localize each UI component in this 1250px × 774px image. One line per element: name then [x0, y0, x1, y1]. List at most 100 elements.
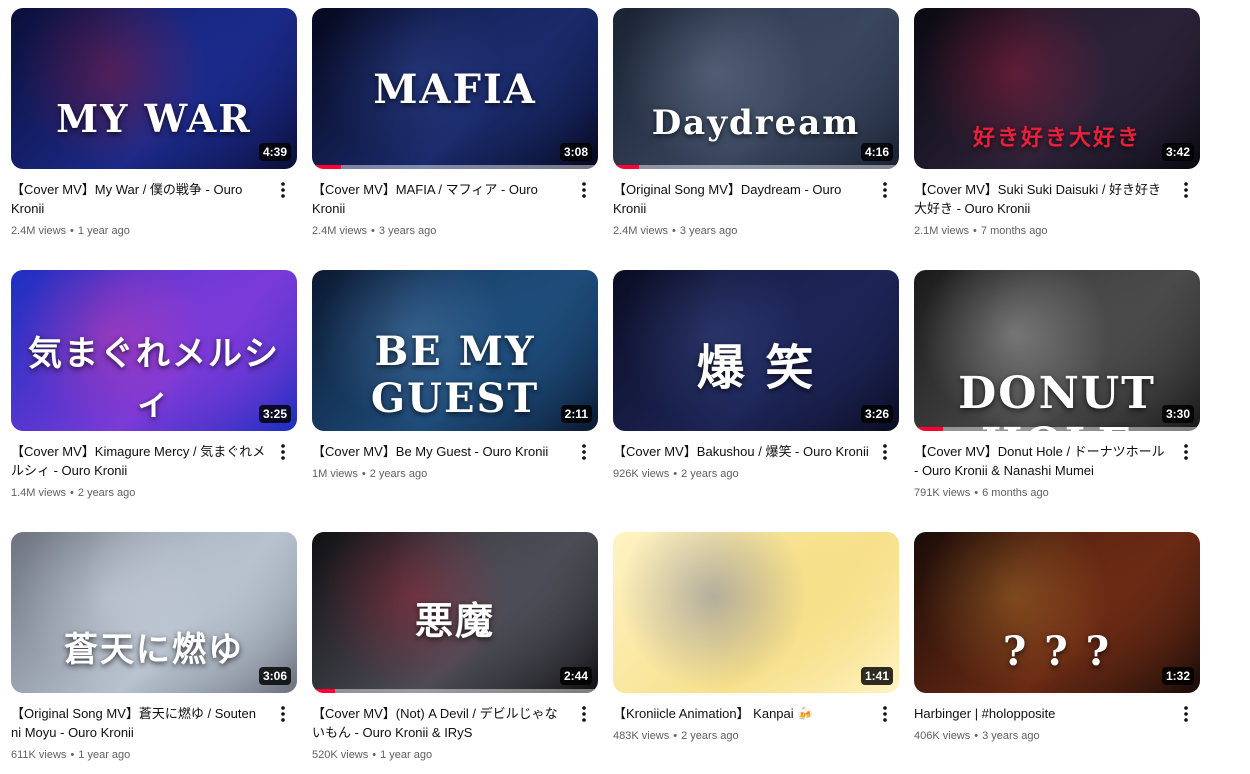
video-stats: 791K views • 6 months ago	[914, 486, 1170, 500]
view-count: 611K views	[11, 749, 67, 761]
duration-badge: 4:39	[258, 143, 291, 161]
video-title[interactable]: 【Kroniicle Animation】 Kanpai 🍻	[613, 704, 869, 723]
more-actions-button[interactable]	[1174, 702, 1198, 726]
more-actions-button[interactable]	[1174, 440, 1198, 464]
upload-age: 2 years ago	[369, 468, 428, 480]
more-actions-button[interactable]	[271, 702, 295, 726]
vertical-dots-icon	[1184, 182, 1188, 198]
watch-progress-bar	[613, 165, 639, 169]
video-card: 気まぐれメルシィ 3:25 【Cover MV】Kimagure Mercy /…	[11, 270, 297, 500]
video-title[interactable]: 【Cover MV】Bakushou / 爆笑 - Ouro Kronii	[613, 442, 869, 461]
video-details: 【Original Song MV】Daydream - Ouro Kronii…	[613, 180, 899, 238]
upload-age: 2 years ago	[681, 468, 739, 480]
video-card: MAFIA 3:08 【Cover MV】MAFIA / マフィア - Ouro…	[312, 8, 598, 238]
video-thumbnail[interactable]: 爆 笑 3:26	[613, 270, 899, 431]
upload-age: 6 months ago	[982, 487, 1049, 499]
vertical-dots-icon	[582, 706, 586, 722]
video-title[interactable]: 【Original Song MV】Daydream - Ouro Kronii	[613, 180, 869, 218]
video-card: 悪魔 2:44 【Cover MV】(Not) A Devil / デビルじゃな…	[312, 532, 598, 762]
view-count: 2.1M views	[914, 225, 970, 237]
separator-dot: •	[673, 468, 678, 480]
upload-age: 3 years ago	[982, 730, 1040, 742]
separator-dot: •	[70, 487, 74, 499]
video-stats: 1.4M views • 2 years ago	[11, 486, 267, 500]
more-actions-button[interactable]	[873, 178, 897, 202]
thumbnail-overlay-text: MAFIA	[373, 66, 537, 113]
duration-badge: 2:44	[559, 667, 592, 685]
thumbnail-overlay-text: 爆 笑	[696, 340, 816, 396]
thumbnail-artwork	[613, 8, 899, 169]
video-title[interactable]: 【Cover MV】My War / 僕の戦争 - Ouro Kronii	[11, 180, 267, 218]
video-card: 爆 笑 3:26 【Cover MV】Bakushou / 爆笑 - Ouro …	[613, 270, 899, 481]
video-thumbnail[interactable]: 悪魔 2:44	[312, 532, 598, 693]
view-count: 1.4M views	[11, 487, 67, 499]
view-count: 1M views	[312, 468, 358, 480]
view-count: 791K views	[914, 487, 971, 499]
view-count: 2.4M views	[613, 225, 669, 237]
video-card: 好き好き大好き 3:42 【Cover MV】Suki Suki Daisuki…	[914, 8, 1200, 238]
more-actions-button[interactable]	[1174, 178, 1198, 202]
video-thumbnail[interactable]: 蒼天に燃ゆ 3:06	[11, 532, 297, 693]
video-thumbnail[interactable]: BE MY GUEST 2:11	[312, 270, 598, 431]
video-stats: 483K views • 2 years ago	[613, 729, 869, 743]
separator-dot: •	[371, 225, 375, 237]
separator-dot: •	[372, 749, 377, 761]
view-count: 406K views	[914, 730, 971, 742]
duration-badge: 3:26	[860, 405, 893, 423]
more-actions-button[interactable]	[271, 440, 295, 464]
video-thumbnail[interactable]: Daydream 4:16	[613, 8, 899, 169]
video-details: Harbinger | #holopposite 406K views • 3 ye…	[914, 704, 1200, 743]
video-thumbnail[interactable]: 1:41	[613, 532, 899, 693]
video-title[interactable]: 【Cover MV】Be My Guest - Ouro Kronii	[312, 442, 568, 461]
video-card: BE MY GUEST 2:11 【Cover MV】Be My Guest -…	[312, 270, 598, 481]
vertical-dots-icon	[281, 706, 285, 722]
video-details: 【Cover MV】Donut Hole / ドーナツホール - Ouro Kr…	[914, 442, 1200, 500]
video-title[interactable]: 【Cover MV】(Not) A Devil / デビルじゃないもん - Ou…	[312, 704, 568, 742]
video-title[interactable]: 【Cover MV】Kimagure Mercy / 気まぐれメルシィ - Ou…	[11, 442, 267, 480]
vertical-dots-icon	[883, 706, 887, 722]
video-title[interactable]: 【Cover MV】Suki Suki Daisuki / 好き好き大好き - …	[914, 180, 1170, 218]
more-actions-button[interactable]	[572, 702, 596, 726]
duration-badge: 4:16	[860, 143, 893, 161]
thumbnail-overlay-text: 蒼天に燃ゆ	[64, 630, 244, 670]
thumbnail-artwork	[11, 8, 297, 169]
video-title[interactable]: 【Original Song MV】蒼天に燃ゆ / Souten ni Moyu…	[11, 704, 267, 742]
separator-dot: •	[70, 749, 75, 761]
video-details: 【Cover MV】Kimagure Mercy / 気まぐれメルシィ - Ou…	[11, 442, 297, 500]
more-actions-button[interactable]	[873, 702, 897, 726]
vertical-dots-icon	[883, 182, 887, 198]
video-thumbnail[interactable]: MAFIA 3:08	[312, 8, 598, 169]
upload-age: 3 years ago	[679, 225, 738, 237]
upload-age: 3 years ago	[378, 225, 437, 237]
video-title[interactable]: Harbinger | #holopposite	[914, 704, 1170, 723]
separator-dot: •	[673, 730, 678, 742]
upload-age: 2 years ago	[681, 730, 739, 742]
video-thumbnail[interactable]: DONUT HOLE 3:30	[914, 270, 1200, 431]
duration-badge: 3:06	[258, 667, 291, 685]
thumbnail-overlay-text: BE MY GUEST	[370, 328, 540, 422]
upload-age: 1 year ago	[380, 749, 433, 761]
thumbnail-overlay-text: 好き好き大好き	[972, 125, 1141, 151]
video-card: Daydream 4:16 【Original Song MV】Daydream…	[613, 8, 899, 238]
more-actions-button[interactable]	[873, 440, 897, 464]
watch-progress-bar	[312, 165, 341, 169]
video-thumbnail[interactable]: 気まぐれメルシィ 3:25	[11, 270, 297, 431]
vertical-dots-icon	[582, 182, 586, 198]
vertical-dots-icon	[582, 444, 586, 460]
video-card: DONUT HOLE 3:30 【Cover MV】Donut Hole / ド…	[914, 270, 1200, 500]
vertical-dots-icon	[281, 182, 285, 198]
view-count: 483K views	[613, 730, 670, 742]
watch-progress-bar	[312, 689, 335, 693]
duration-badge: 3:30	[1161, 405, 1194, 423]
separator-dot: •	[361, 468, 366, 480]
thumbnail-overlay-text: Daydream	[651, 103, 861, 143]
more-actions-button[interactable]	[572, 178, 596, 202]
video-thumbnail[interactable]: MY WAR 4:39	[11, 8, 297, 169]
video-thumbnail[interactable]: ? ? ? 1:32	[914, 532, 1200, 693]
video-title[interactable]: 【Cover MV】MAFIA / マフィア - Ouro Kronii	[312, 180, 568, 218]
more-actions-button[interactable]	[271, 178, 295, 202]
more-actions-button[interactable]	[572, 440, 596, 464]
video-thumbnail[interactable]: 好き好き大好き 3:42	[914, 8, 1200, 169]
video-title[interactable]: 【Cover MV】Donut Hole / ドーナツホール - Ouro Kr…	[914, 442, 1170, 480]
vertical-dots-icon	[281, 444, 285, 460]
